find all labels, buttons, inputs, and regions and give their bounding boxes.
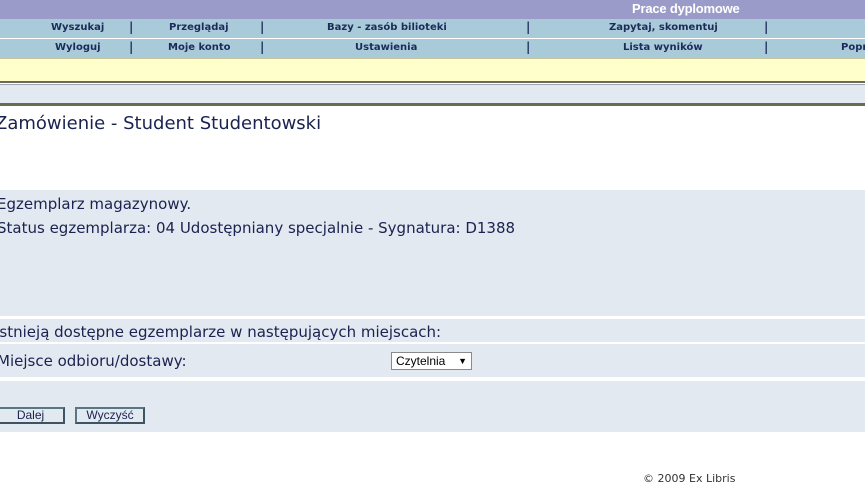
page-title: Zamówienie - Student Studentowski — [0, 113, 322, 134]
copyright: © 2009 Ex Libris — [643, 472, 736, 485]
nav-my-account[interactable]: Moje konto — [168, 42, 231, 53]
pickup-location-select[interactable]: Czytelnia ▼ — [391, 352, 472, 370]
nav-separator: | — [764, 20, 769, 34]
notice-bar — [0, 58, 865, 83]
nav-settings[interactable]: Ustawienia — [355, 42, 417, 53]
nav-row-secondary: Wyloguj | Moje konto | Ustawienia | List… — [0, 39, 865, 58]
next-button[interactable]: Dalej — [0, 407, 65, 424]
chevron-down-icon: ▼ — [458, 356, 467, 366]
nav-separator: | — [764, 40, 769, 54]
divider-stripe — [0, 84, 865, 106]
nav-separator: | — [129, 40, 134, 54]
availability-note: Istnieją dostępne egzemplarze w następuj… — [0, 323, 442, 341]
nav-separator: | — [260, 20, 265, 34]
nav-separator: | — [129, 20, 134, 34]
nav-separator: | — [260, 40, 265, 54]
nav-search[interactable]: Wyszukaj — [51, 22, 104, 33]
nav-databases[interactable]: Bazy - zasób bilioteki — [327, 22, 447, 33]
nav-previous[interactable]: Popr — [841, 42, 865, 53]
pickup-label: Miejsce odbioru/dostawy: — [0, 352, 187, 370]
availability-panel: Istnieją dostępne egzemplarze w następuj… — [0, 319, 865, 342]
nav-separator: | — [526, 40, 531, 54]
clear-button[interactable]: Wyczyść — [75, 407, 145, 424]
nav-results-list[interactable]: Lista wyników — [623, 42, 703, 53]
item-type: Egzemplarz magazynowy. — [0, 195, 192, 213]
nav-browse[interactable]: Przeglądaj — [169, 22, 229, 33]
pickup-selected-value: Czytelnia — [396, 354, 446, 368]
nav-separator: | — [526, 20, 531, 34]
nav-row-primary: Wyszukaj | Przeglądaj | Bazy - zasób bil… — [0, 19, 865, 39]
site-title: Prace dyplomowe — [632, 1, 740, 16]
item-status: Status egzemplarza: 04 Udostępniany spec… — [0, 219, 516, 237]
nav-ask[interactable]: Zapytaj, skomentuj — [609, 22, 718, 33]
header-bar: Prace dyplomowe — [0, 0, 865, 19]
nav-logout[interactable]: Wyloguj — [55, 42, 101, 53]
item-info-panel: Egzemplarz magazynowy. Status egzemplarz… — [0, 190, 865, 316]
